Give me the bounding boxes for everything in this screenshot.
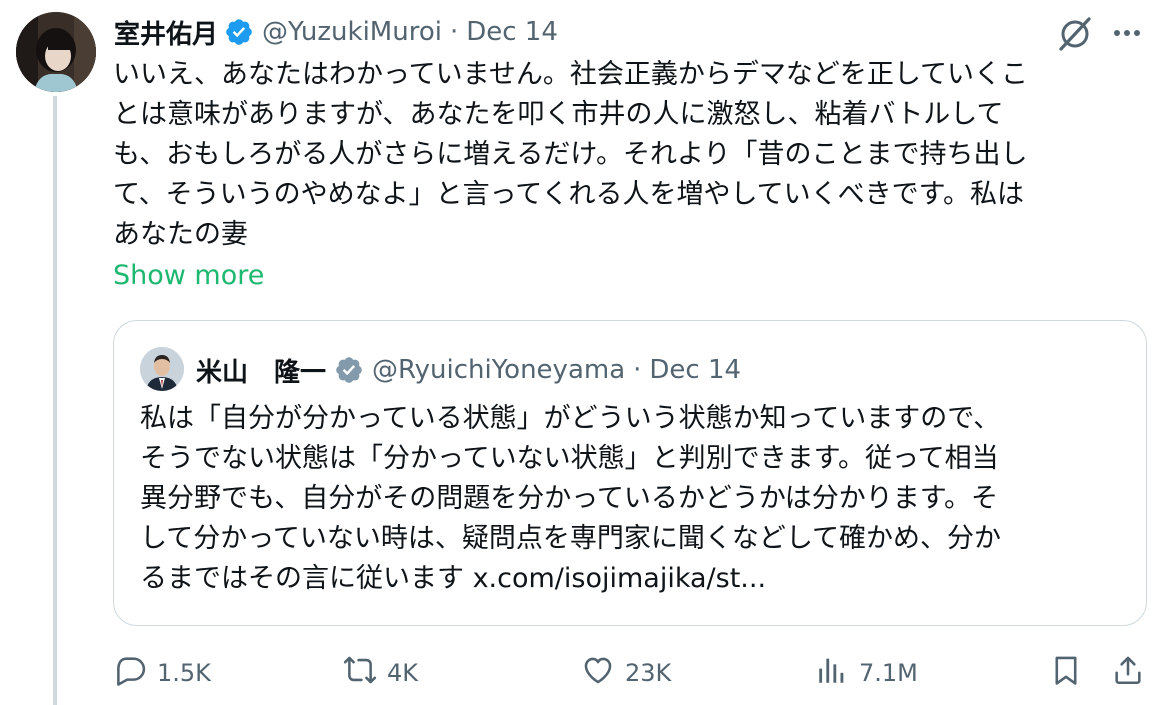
tweet-text: いいえ、あなたはわかっていません。社会正義からデマなどを正していくこ とは意味が…	[113, 55, 1145, 255]
reply-count: 1.5K	[157, 659, 211, 687]
heart-icon	[581, 653, 615, 693]
share-button[interactable]	[1111, 650, 1145, 696]
repost-count: 4K	[387, 659, 419, 687]
views-icon	[815, 653, 849, 693]
tweet-text-line: いいえ、あなたはわかっていません。社会正義からデマなどを正していくこ	[113, 59, 1029, 90]
quoted-header-separator: ·	[633, 355, 642, 385]
quoted-text-line: 私は「自分が分かっている状態」がどういう状態か知っていますので、	[140, 403, 1001, 434]
tweet-header: 室井佑月 @YuzukiMuroi · Dec 14	[114, 14, 558, 50]
gray-verified-badge-icon[interactable]	[334, 355, 364, 385]
reply-button[interactable]: 1.5K	[113, 650, 211, 696]
bookmark-icon	[1049, 653, 1083, 693]
views-button[interactable]: 7.1M	[815, 650, 918, 696]
tweet-text-line: あなたの妻	[113, 219, 248, 250]
quoted-tweet-date[interactable]: Dec 14	[649, 355, 741, 385]
tweet-text-line: て、そういうのやめなよ」と言ってくれる人を増やしていくべきです。私は	[113, 179, 1024, 210]
like-button[interactable]: 23K	[581, 650, 671, 696]
thread-line	[53, 96, 57, 705]
repost-button[interactable]: 4K	[343, 650, 418, 696]
quoted-tweet-card[interactable]: 米山 隆一 @RyuichiYoneyama · Dec 14 私は「自分が分か…	[113, 320, 1147, 626]
quoted-text-line: そうでない状態は「分かっていない状態」と判別できます。従って相当	[140, 443, 999, 474]
quoted-author-avatar[interactable]	[140, 347, 184, 391]
verified-badge-icon[interactable]	[224, 17, 254, 47]
quoted-author-handle[interactable]: @RyuichiYoneyama	[372, 355, 625, 385]
quoted-tweet-header: 米山 隆一 @RyuichiYoneyama · Dec 14	[196, 350, 741, 390]
quoted-text-line: るまではその言に従います x.com/isojimajika/st...	[140, 563, 767, 594]
author-display-name[interactable]: 室井佑月	[114, 14, 218, 51]
author-handle[interactable]: @YuzukiMuroi	[262, 17, 442, 47]
bookmark-button[interactable]	[1049, 650, 1083, 696]
author-avatar[interactable]	[16, 12, 96, 92]
more-options-icon[interactable]	[1110, 20, 1144, 46]
grok-icon[interactable]	[1056, 15, 1094, 53]
quoted-author-display-name[interactable]: 米山 隆一	[196, 352, 326, 389]
share-icon	[1111, 653, 1145, 693]
reply-icon	[113, 653, 147, 693]
quoted-tweet-text: 私は「自分が分かっている状態」がどういう状態か知っていますので、 そうでない状態…	[140, 399, 1130, 599]
quoted-text-line: して分かっていない時は、疑問点を専門家に聞くなどして確かめ、分か	[140, 523, 1002, 554]
views-count: 7.1M	[859, 659, 918, 687]
show-more-link[interactable]: Show more	[113, 256, 264, 296]
repost-icon	[343, 653, 377, 693]
tweet-text-line: も、おもしろがる人がさらに増えるだけ。それより「昔のことまで持ち出し	[113, 139, 1028, 170]
header-separator: ·	[449, 17, 459, 47]
like-count: 23K	[625, 659, 672, 687]
tweet-date[interactable]: Dec 14	[466, 17, 558, 47]
quoted-text-line: 異分野でも、自分がその問題を分かっているかどうかは分かります。そ	[140, 483, 999, 514]
tweet-action-bar: 1.5K 4K 23K 7.1M	[113, 650, 1153, 696]
tweet-text-line: とは意味がありますが、あなたを叩く市井の人に激怒し、粘着バトルして	[113, 99, 1004, 130]
